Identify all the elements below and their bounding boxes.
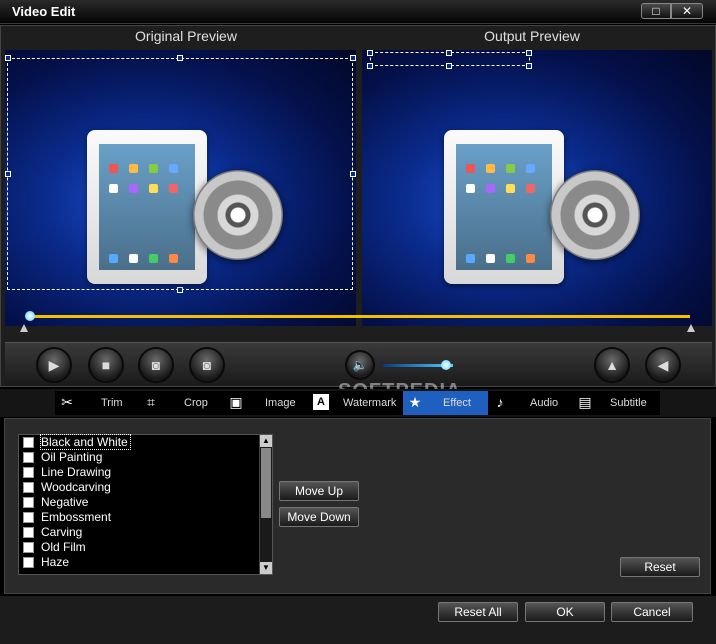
tab-label: Crop: [184, 397, 208, 409]
effect-checkbox[interactable]: [23, 527, 34, 538]
effect-checkbox[interactable]: [23, 512, 34, 523]
scissors-icon: ✂: [61, 394, 73, 410]
list-item[interactable]: Black and White: [22, 434, 258, 450]
list-item[interactable]: Oil Painting: [22, 450, 258, 465]
effect-label: Black and White: [40, 434, 131, 450]
tab-label: Image: [265, 397, 296, 409]
subtitle-icon: ▤: [578, 394, 592, 410]
next-frame-button[interactable]: ◙: [189, 347, 225, 383]
effect-label: Embossment: [41, 510, 112, 524]
window-title: Video Edit: [12, 4, 76, 19]
crop-handle[interactable]: [350, 171, 356, 177]
cancel-button[interactable]: Cancel: [611, 602, 693, 622]
volume-icon[interactable]: 🔈: [345, 350, 375, 380]
effect-checkbox[interactable]: [23, 497, 34, 508]
start-marker-icon[interactable]: [20, 324, 28, 332]
star-icon: ★: [408, 394, 422, 410]
crop-handle: [367, 63, 373, 69]
ok-button[interactable]: OK: [525, 602, 605, 622]
scroll-up-icon[interactable]: ▲: [260, 435, 272, 447]
list-item[interactable]: Negative: [22, 495, 258, 510]
effect-checkbox[interactable]: [23, 542, 34, 553]
effect-checkbox[interactable]: [23, 467, 34, 478]
list-item[interactable]: Carving: [22, 525, 258, 540]
play-button[interactable]: ▶: [36, 347, 72, 383]
crop-handle: [367, 50, 373, 56]
crop-handle[interactable]: [5, 171, 11, 177]
effect-label: Old Film: [41, 540, 86, 554]
effect-checkbox[interactable]: [23, 452, 34, 463]
effect-checkbox[interactable]: [23, 557, 34, 568]
stop-button[interactable]: ■: [88, 347, 124, 383]
list-item[interactable]: Haze: [22, 555, 258, 570]
effect-label: Negative: [41, 495, 89, 509]
crop-handle: [446, 63, 452, 69]
preview-area: Original Preview Output Preview ▶ ■ ◙ ◙ …: [0, 25, 716, 387]
effect-label: Line Drawing: [41, 465, 112, 479]
tab-image[interactable]: ▣ Image: [226, 391, 306, 415]
effect-checkbox[interactable]: [23, 437, 34, 448]
disc-image: [550, 170, 640, 260]
crop-handle[interactable]: [5, 55, 11, 61]
tab-label: Audio: [530, 397, 559, 409]
tab-subtitle[interactable]: ▤ Subtitle: [575, 391, 660, 415]
volume-slider-knob[interactable]: [441, 360, 451, 370]
scrollbar-thumb[interactable]: [261, 448, 271, 518]
list-scrollbar[interactable]: ▲ ▼: [259, 435, 272, 574]
music-note-icon: ♪: [496, 394, 504, 410]
crop-handle[interactable]: [350, 55, 356, 61]
ipad-image: [87, 130, 207, 284]
crop-handle[interactable]: [177, 55, 183, 61]
title-bar: Video Edit □ ✕: [0, 0, 716, 24]
maximize-button[interactable]: □: [641, 3, 671, 19]
timeline-track[interactable]: [28, 315, 690, 318]
reset-button[interactable]: Reset: [620, 557, 700, 577]
tab-bar: ✂ Trim ⌗ Crop ▣ Image A Watermark ★ Effe…: [0, 389, 716, 417]
crop-handle: [446, 50, 452, 56]
previous-frame-button[interactable]: ◙: [138, 347, 174, 383]
footer-bar: Reset All OK Cancel: [0, 596, 716, 644]
tab-trim[interactable]: ✂ Trim: [55, 391, 135, 415]
watermark-icon: A: [313, 394, 329, 410]
output-preview-pane: [362, 50, 712, 326]
crop-handle[interactable]: [177, 287, 183, 293]
crop-handle: [526, 63, 532, 69]
effect-list[interactable]: Black and White Oil Painting Line Drawin…: [18, 434, 273, 575]
list-item[interactable]: Embossment: [22, 510, 258, 525]
end-marker-icon[interactable]: [687, 324, 695, 332]
list-item[interactable]: Old Film: [22, 540, 258, 555]
move-up-button[interactable]: Move Up: [279, 481, 359, 501]
original-preview-pane[interactable]: [5, 50, 356, 326]
scroll-down-icon[interactable]: ▼: [260, 562, 272, 574]
crop-handle: [526, 50, 532, 56]
rotate-button[interactable]: ◀: [645, 347, 681, 383]
tab-audio[interactable]: ♪ Audio: [492, 391, 572, 415]
effect-label: Haze: [41, 555, 70, 569]
disc-image: [193, 170, 283, 260]
effect-label: Oil Painting: [41, 450, 103, 464]
timeline-playhead[interactable]: [25, 311, 35, 321]
tab-label: Subtitle: [610, 397, 647, 409]
original-preview-label: Original Preview: [135, 28, 237, 44]
reset-all-button[interactable]: Reset All: [438, 602, 518, 622]
close-button[interactable]: ✕: [671, 3, 703, 19]
output-preview-label: Output Preview: [484, 28, 580, 44]
tab-label: Effect: [443, 397, 471, 409]
flip-button[interactable]: ▲: [594, 347, 630, 383]
effect-label: Woodcarving: [41, 480, 111, 494]
tab-label: Trim: [101, 397, 123, 409]
list-item[interactable]: Woodcarving: [22, 480, 258, 495]
effect-label: Carving: [41, 525, 83, 539]
tab-label: Watermark: [343, 397, 397, 409]
crop-icon: ⌗: [147, 394, 155, 410]
list-item[interactable]: Line Drawing: [22, 465, 258, 480]
effect-checkbox[interactable]: [23, 482, 34, 493]
tab-watermark[interactable]: A Watermark: [311, 391, 397, 415]
ipad-image: [444, 130, 564, 284]
tab-effect[interactable]: ★ Effect: [403, 391, 488, 415]
image-icon: ▣: [229, 394, 243, 410]
move-down-button[interactable]: Move Down: [279, 507, 359, 527]
effect-panel: Black and White Oil Painting Line Drawin…: [4, 418, 711, 594]
tab-crop[interactable]: ⌗ Crop: [141, 391, 216, 415]
